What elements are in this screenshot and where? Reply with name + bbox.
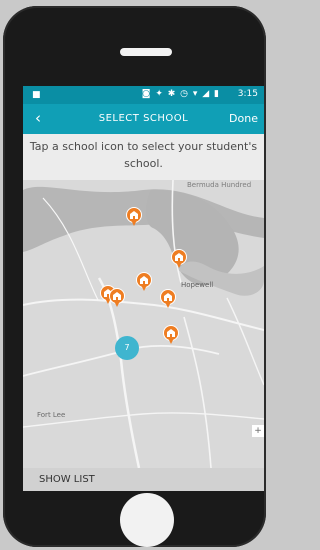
screen: ■ ◙ ✦ ✱ ◷ ▾ ◢ ▮ 3:15 ‹ SELECT SCHOOL Don…	[23, 86, 264, 491]
status-icons: ◙ ✦ ✱ ◷ ▾ ◢ ▮	[141, 89, 220, 99]
instructions-text: Tap a school icon to select your student…	[23, 134, 264, 180]
school-icon	[113, 292, 121, 300]
school-pin[interactable]	[171, 249, 187, 268]
map-background	[23, 180, 264, 468]
school-pin[interactable]	[109, 288, 125, 307]
done-button[interactable]: Done	[229, 112, 258, 125]
video-icon: ■	[32, 90, 41, 100]
top-bar: ‹ SELECT SCHOOL Done	[23, 104, 264, 134]
school-icon	[140, 276, 148, 284]
school-icon	[164, 293, 172, 301]
home-button[interactable]	[120, 493, 174, 547]
zoom-in-button[interactable]: +	[252, 425, 264, 437]
school-cluster[interactable]: 7	[115, 336, 139, 360]
school-icon	[167, 329, 175, 337]
map-label-bermuda-hundred: Bermuda Hundred	[187, 181, 252, 189]
speaker	[120, 48, 172, 56]
school-pin[interactable]	[163, 325, 179, 344]
phone-frame: ■ ◙ ✦ ✱ ◷ ▾ ◢ ▮ 3:15 ‹ SELECT SCHOOL Don…	[3, 6, 266, 547]
show-list-button[interactable]: SHOW LIST	[23, 468, 264, 491]
school-icon	[175, 253, 183, 261]
map-view[interactable]: Bermuda Hundred Hopewell Fort Lee 7 +	[23, 180, 264, 468]
school-pin[interactable]	[126, 207, 142, 226]
status-bar: ■ ◙ ✦ ✱ ◷ ▾ ◢ ▮ 3:15	[23, 86, 264, 104]
page-title: SELECT SCHOOL	[98, 113, 189, 124]
school-pin[interactable]	[136, 272, 152, 291]
school-pin[interactable]	[160, 289, 176, 308]
map-label-hopewell: Hopewell	[181, 281, 214, 289]
school-icon	[130, 211, 138, 219]
map-label-fort-lee: Fort Lee	[37, 411, 66, 419]
status-time: 3:15	[237, 89, 258, 99]
